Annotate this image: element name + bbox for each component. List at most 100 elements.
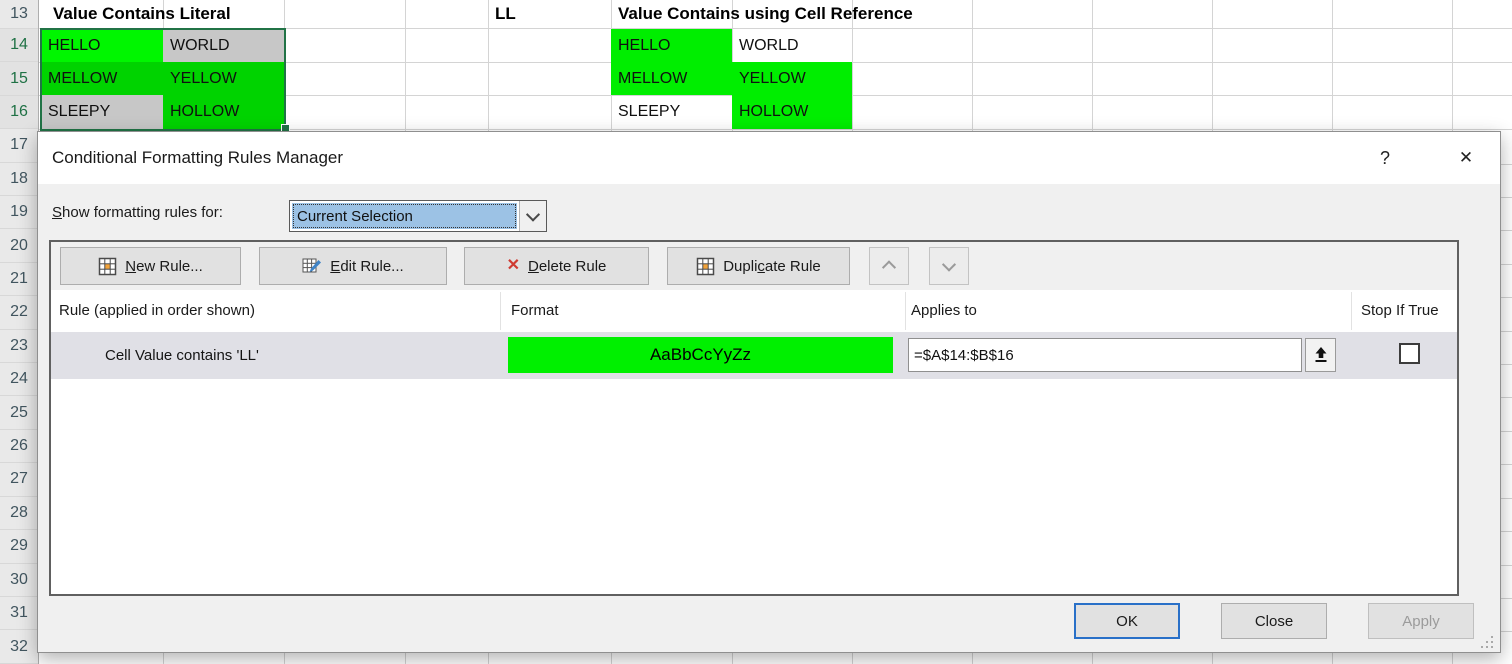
resize-grip[interactable] <box>1481 636 1493 648</box>
edit-rule-label: Edit Rule... <box>330 258 403 275</box>
gridline <box>1501 364 1512 365</box>
cell-f15[interactable]: MELLOW <box>611 62 732 95</box>
rules-panel: New Rule... Edit Rule... ✕ Delete Rule D… <box>49 240 1459 596</box>
column-divider <box>500 292 501 330</box>
gridline <box>611 653 612 664</box>
chevron-up-icon <box>882 260 896 274</box>
row-header[interactable]: 14 <box>0 29 38 62</box>
gridline <box>1212 0 1213 131</box>
new-rule-label: New Rule... <box>125 258 203 275</box>
row-header[interactable]: 25 <box>0 396 38 429</box>
duplicate-rule-label: Duplicate Rule <box>723 258 821 275</box>
cell-g14[interactable]: WORLD <box>732 29 852 62</box>
gridline <box>1332 653 1333 664</box>
cell-a15[interactable]: MELLOW <box>41 62 163 95</box>
gridline <box>732 653 733 664</box>
gridline <box>1212 653 1213 664</box>
row-header[interactable]: 32 <box>0 630 38 663</box>
gridline <box>1501 297 1512 298</box>
help-icon[interactable]: ? <box>1370 143 1400 173</box>
gridline <box>1092 653 1093 664</box>
row-header[interactable]: 31 <box>0 597 38 630</box>
rule-description: Cell Value contains 'LL' <box>105 332 259 379</box>
row-header[interactable]: 20 <box>0 229 38 262</box>
rules-toolbar: New Rule... Edit Rule... ✕ Delete Rule D… <box>51 242 1457 290</box>
delete-rule-button[interactable]: ✕ Delete Rule <box>464 247 649 285</box>
excel-window: 1314151617181920212223242526272829303132… <box>0 0 1512 664</box>
row-header[interactable]: 29 <box>0 530 38 563</box>
row-header[interactable]: 13 <box>0 0 38 29</box>
cell-b14[interactable]: WORLD <box>163 29 284 62</box>
apply-button[interactable]: Apply <box>1368 603 1474 639</box>
gridline <box>1501 264 1512 265</box>
rule-row-selected[interactable]: Cell Value contains 'LL' AaBbCcYyZz <box>51 332 1457 379</box>
row-header[interactable]: 19 <box>0 196 38 229</box>
cell-a14[interactable]: HELLO <box>41 29 163 62</box>
gridline <box>972 0 973 131</box>
row-header[interactable]: 22 <box>0 296 38 329</box>
table-grid-icon <box>696 257 715 276</box>
row-header[interactable]: 23 <box>0 330 38 363</box>
cell-f13-header[interactable]: Value Contains using Cell Reference <box>611 0 913 28</box>
range-picker-button[interactable] <box>1305 338 1336 372</box>
gridline <box>1501 230 1512 231</box>
show-rules-accel: S <box>52 204 62 221</box>
gridline <box>1501 397 1512 398</box>
red-x-icon: ✕ <box>507 258 520 274</box>
cell-a13-header[interactable]: Value Contains Literal <box>46 0 231 28</box>
column-divider <box>1351 292 1352 330</box>
move-rule-down-button[interactable] <box>929 247 969 285</box>
gridline <box>1501 331 1512 332</box>
gridline <box>1501 565 1512 566</box>
header-stop-if-true: Stop If True <box>1361 290 1439 332</box>
dropdown-button[interactable] <box>519 201 546 231</box>
row-header[interactable]: 18 <box>0 163 38 196</box>
rules-list-header: Rule (applied in order shown) Format App… <box>51 290 1457 332</box>
gridline <box>1452 653 1453 664</box>
spreadsheet-bottom-strip <box>39 653 1512 664</box>
show-rules-dropdown[interactable]: Current Selection <box>289 200 547 232</box>
gridline <box>1501 598 1512 599</box>
gridline <box>1452 0 1453 131</box>
cell-f16[interactable]: SLEEPY <box>611 95 732 129</box>
row-header[interactable]: 27 <box>0 463 38 496</box>
row-header[interactable]: 21 <box>0 263 38 296</box>
move-rule-up-button[interactable] <box>869 247 909 285</box>
row-header[interactable]: 24 <box>0 363 38 396</box>
cell-g16[interactable]: HOLLOW <box>732 95 852 129</box>
cf-rules-manager-dialog: Conditional Formatting Rules Manager ? ✕… <box>37 131 1501 653</box>
row-header[interactable]: 17 <box>0 129 38 162</box>
edit-rule-button[interactable]: Edit Rule... <box>259 247 447 285</box>
ok-button[interactable]: OK <box>1074 603 1180 639</box>
row-header[interactable]: 15 <box>0 62 38 95</box>
row-header[interactable]: 30 <box>0 564 38 597</box>
cell-f14[interactable]: HELLO <box>611 29 732 62</box>
cell-b15[interactable]: YELLOW <box>163 62 284 95</box>
format-preview: AaBbCcYyZz <box>508 337 893 373</box>
spreadsheet-grid: Value Contains Literal LL Value Contains… <box>39 0 1512 131</box>
dialog-titlebar: Conditional Formatting Rules Manager ? ✕ <box>38 132 1500 184</box>
show-rules-label: Show formatting rules for: <box>52 204 223 221</box>
cell-a16[interactable]: SLEEPY <box>41 95 163 129</box>
close-button[interactable]: Close <box>1221 603 1327 639</box>
row-header-column: 1314151617181920212223242526272829303132 <box>0 0 39 664</box>
header-applies-to: Applies to <box>911 290 977 332</box>
row-header[interactable]: 28 <box>0 497 38 530</box>
row-header[interactable]: 26 <box>0 430 38 463</box>
gridline <box>1501 464 1512 465</box>
cell-d13-header[interactable]: LL <box>488 0 516 28</box>
table-grid-pencil-icon <box>302 257 322 276</box>
gridline <box>1501 164 1512 165</box>
chevron-down-icon <box>942 258 956 272</box>
applies-to-input[interactable] <box>908 338 1302 372</box>
row-header[interactable]: 16 <box>0 96 38 129</box>
stop-if-true-checkbox[interactable] <box>1399 343 1420 364</box>
gridline <box>1092 0 1093 131</box>
gridline <box>488 653 489 664</box>
close-icon[interactable]: ✕ <box>1451 143 1481 173</box>
gridline <box>852 653 853 664</box>
cell-g15[interactable]: YELLOW <box>732 62 852 95</box>
new-rule-button[interactable]: New Rule... <box>60 247 241 285</box>
duplicate-rule-button[interactable]: Duplicate Rule <box>667 247 850 285</box>
cell-b16[interactable]: HOLLOW <box>163 95 284 129</box>
